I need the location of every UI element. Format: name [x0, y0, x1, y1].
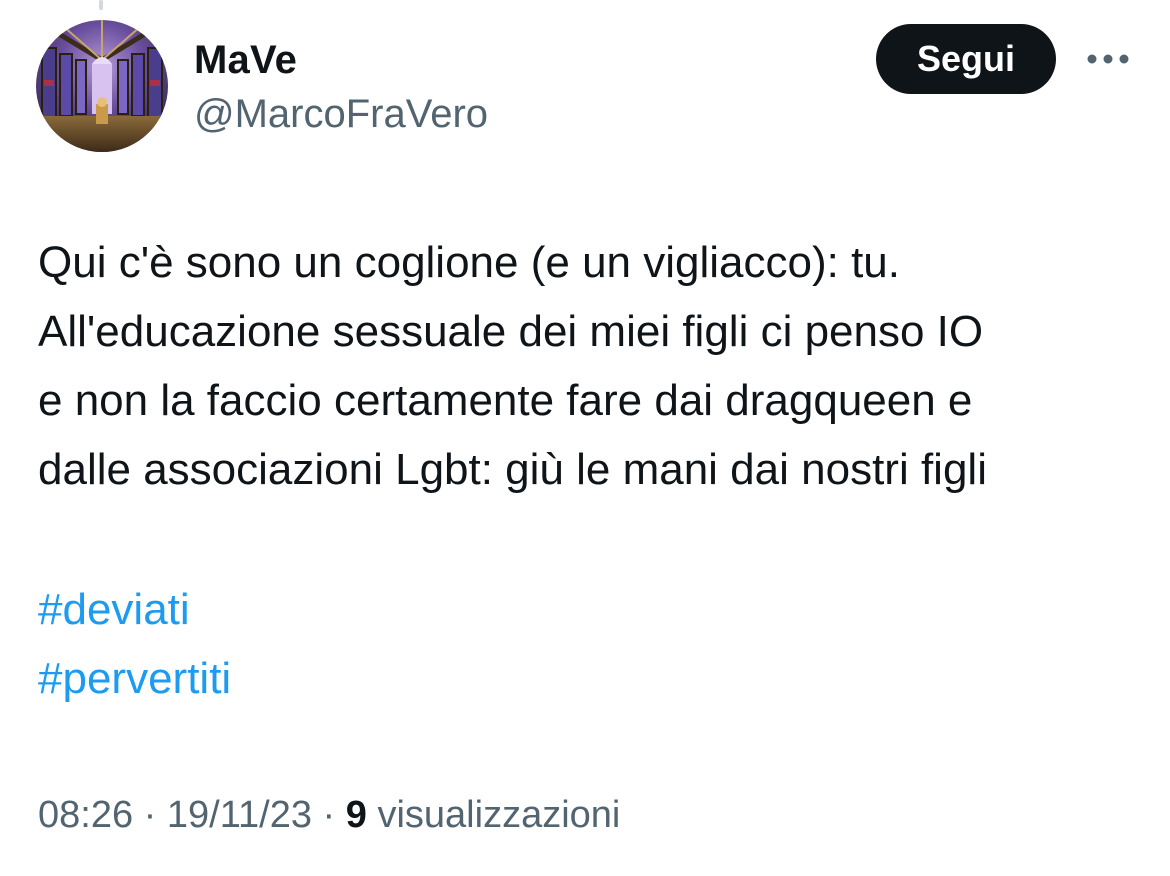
tweet-metadata: 08:26 · 19/11/23 · 9 visualizzazioni: [38, 791, 620, 839]
author-display-name[interactable]: MaVe: [194, 36, 297, 84]
hashtag-link-deviati[interactable]: #deviati: [38, 575, 231, 644]
author-handle[interactable]: @MarcoFraVero: [194, 90, 488, 138]
tweet-text: Qui c'è sono un coglione (e un vigliacco…: [38, 238, 987, 494]
follow-button[interactable]: Segui: [876, 24, 1056, 94]
avatar[interactable]: [36, 20, 168, 152]
views-count: 9: [345, 794, 367, 836]
cathedral-avatar-image: [36, 20, 168, 152]
views-label: visualizzazioni: [377, 794, 621, 836]
hashtag-link-pervertiti[interactable]: #pervertiti: [38, 644, 231, 713]
hashtag-list: #deviati #pervertiti: [38, 575, 231, 713]
tweet-time[interactable]: 08:26: [38, 794, 133, 836]
meta-separator: ·: [133, 794, 167, 836]
ellipsis-icon[interactable]: [1084, 50, 1132, 68]
tweet-date[interactable]: 19/11/23: [167, 794, 312, 836]
meta-separator: ·: [311, 794, 346, 836]
thread-connector-line: [99, 0, 103, 10]
